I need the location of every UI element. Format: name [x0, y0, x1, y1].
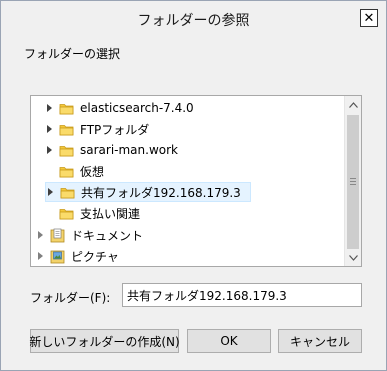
instruction-text: フォルダーの選択	[24, 47, 121, 61]
scroll-down-button[interactable]	[345, 249, 361, 266]
cancel-button[interactable]: キャンセル	[278, 329, 362, 353]
tree-item-label: 支払い関連	[80, 206, 141, 221]
expand-arrow-icon[interactable]	[45, 98, 53, 118]
tree-item-label: 共有フォルダ192.168.179.3	[81, 185, 241, 200]
new-folder-button[interactable]: 新しいフォルダーの作成(N)	[29, 329, 180, 353]
expand-arrow-icon[interactable]	[46, 182, 54, 202]
close-button[interactable]: ✕	[360, 9, 378, 27]
folder-path-input[interactable]	[122, 283, 362, 307]
expand-arrow-icon[interactable]	[45, 119, 53, 139]
tree-item[interactable]: 仮想	[45, 161, 104, 181]
folder-icon	[59, 207, 74, 220]
expand-arrow-icon[interactable]	[36, 246, 44, 266]
tree-item[interactable]: sarari-man.work	[45, 140, 178, 160]
title-bar[interactable]: フォルダーの参照 ✕	[1, 1, 386, 37]
tree-item-label: 仮想	[80, 164, 105, 179]
scroll-grip	[350, 178, 356, 179]
tree-item[interactable]: 支払い関連	[45, 203, 140, 223]
scroll-grip	[350, 181, 356, 182]
chevron-up-icon	[348, 101, 358, 108]
expand-arrow-icon[interactable]	[45, 140, 53, 160]
folder-icon	[59, 165, 74, 178]
documents-library-icon	[50, 228, 65, 243]
folder-field-label: フォルダー(F):	[30, 291, 111, 305]
scroll-up-button[interactable]	[345, 96, 361, 113]
tree-item[interactable]: ドキュメント	[36, 225, 143, 245]
folder-icon	[59, 144, 74, 157]
tree-item-label: elasticsearch-7.4.0	[80, 101, 194, 115]
folder-icon	[59, 123, 74, 136]
tree-item[interactable]: elasticsearch-7.4.0	[45, 98, 194, 118]
pictures-library-icon	[50, 249, 65, 264]
tree-item-label: ピクチャ	[71, 249, 119, 264]
tree-item[interactable]: ピクチャ	[36, 246, 119, 266]
tree-item-label: ドキュメント	[71, 228, 144, 243]
tree-item-label: sarari-man.work	[80, 143, 178, 157]
folder-icon	[59, 102, 74, 115]
expand-arrow-icon[interactable]	[36, 225, 44, 245]
tree-item[interactable]: FTPフォルダ	[45, 119, 149, 139]
scroll-grip	[350, 184, 356, 185]
chevron-down-icon	[348, 254, 358, 261]
tree-item[interactable]: 共有フォルダ192.168.179.3	[45, 182, 251, 202]
folder-tree[interactable]: elasticsearch-7.4.0 FTPフォルダ sarari-man.wor…	[30, 95, 362, 267]
scroll-thumb[interactable]	[347, 115, 359, 249]
ok-button[interactable]: OK	[187, 329, 271, 353]
tree-item-label: FTPフォルダ	[80, 122, 150, 137]
close-icon: ✕	[363, 10, 375, 26]
folder-icon	[60, 186, 75, 199]
vertical-scrollbar[interactable]	[344, 96, 361, 266]
folder-browse-dialog: フォルダーの参照 ✕ フォルダーの選択 elasticsearch-7.4.0 F…	[0, 0, 387, 371]
window-title: フォルダーの参照	[137, 13, 250, 29]
